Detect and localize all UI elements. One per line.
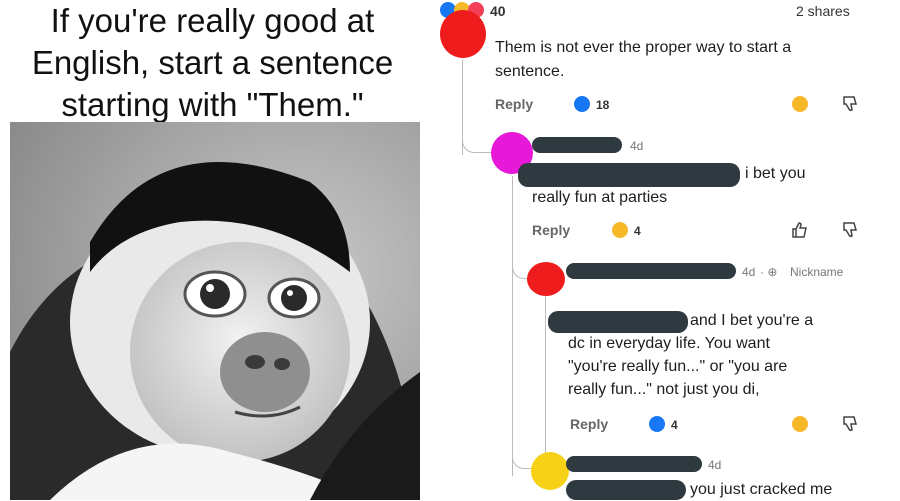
reaction-count[interactable]: 4 bbox=[671, 418, 678, 432]
meme-caption-line: starting with "Them." bbox=[61, 86, 364, 123]
comment-time: 4d bbox=[708, 458, 722, 472]
globe-icon: · ⊕ bbox=[760, 265, 778, 279]
avatar[interactable] bbox=[440, 10, 486, 58]
like-icon bbox=[574, 96, 590, 112]
comment-text: really fun..." not just you di, bbox=[568, 381, 760, 398]
dislike-icon[interactable] bbox=[840, 220, 860, 240]
thread-line bbox=[512, 176, 513, 476]
comment-text: dc in everyday life. You want bbox=[568, 335, 770, 352]
redacted-text bbox=[548, 311, 688, 333]
thread-line bbox=[545, 296, 546, 466]
thread-line bbox=[462, 120, 493, 153]
post-reaction-count[interactable]: 40 bbox=[490, 3, 506, 19]
like-icon bbox=[649, 416, 665, 432]
reply-button[interactable]: Reply bbox=[570, 416, 608, 432]
thumbs-up-icon[interactable] bbox=[790, 220, 810, 240]
comment-text: and I bet you're a bbox=[690, 312, 814, 329]
meme-caption-line: If you're really good at bbox=[50, 2, 375, 39]
meme-caption-line: English, start a sentence bbox=[31, 44, 394, 81]
redacted-text bbox=[566, 480, 686, 500]
redacted-name bbox=[566, 456, 702, 472]
haha-icon bbox=[612, 222, 628, 238]
monkey-photo bbox=[10, 122, 420, 500]
reaction-count[interactable]: 18 bbox=[596, 98, 609, 112]
comment-text: Them is not ever the proper way to start… bbox=[495, 39, 792, 56]
avatar[interactable] bbox=[527, 262, 565, 296]
dislike-icon[interactable] bbox=[840, 94, 860, 114]
comment-text: "you're really fun..." or "you are bbox=[568, 358, 788, 375]
haha-react-icon[interactable] bbox=[792, 416, 808, 432]
comment-text: really fun at parties bbox=[532, 189, 668, 206]
comment-text: sentence. bbox=[495, 63, 565, 80]
reply-button[interactable]: Reply bbox=[532, 222, 570, 238]
nickname-badge: Nickname bbox=[790, 265, 844, 279]
reply-button[interactable]: Reply bbox=[495, 96, 533, 112]
comment-text: you just cracked me bbox=[690, 481, 833, 498]
redacted-text bbox=[518, 163, 740, 187]
redacted-name bbox=[566, 263, 736, 279]
shares-count[interactable]: 2 shares bbox=[796, 3, 850, 19]
haha-react-icon[interactable] bbox=[792, 96, 808, 112]
meme-caption: If you're really good at English, start … bbox=[0, 0, 425, 126]
redacted-name bbox=[532, 137, 622, 153]
dislike-icon[interactable] bbox=[840, 414, 860, 434]
comment-text: i bet you bbox=[745, 165, 806, 182]
comment-time: 4d bbox=[630, 139, 644, 153]
comment-time: 4d bbox=[742, 265, 756, 279]
reaction-count[interactable]: 4 bbox=[634, 224, 641, 238]
avatar[interactable] bbox=[531, 452, 569, 490]
